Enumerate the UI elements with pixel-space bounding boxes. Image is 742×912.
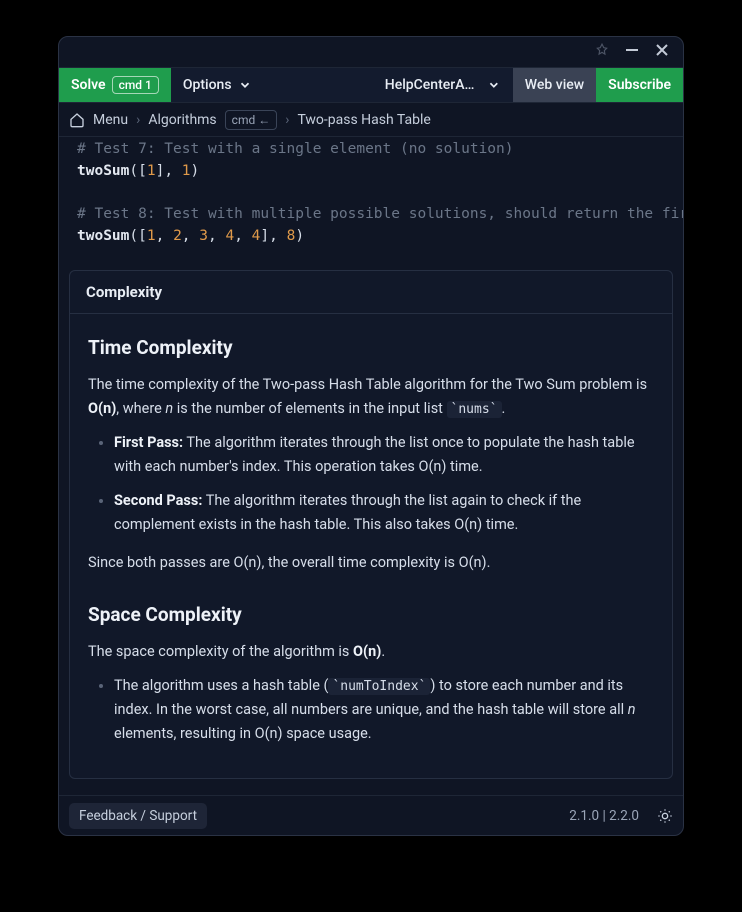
complexity-card: Complexity Time Complexity The time comp… — [69, 270, 673, 779]
options-dropdown[interactable]: Options — [171, 68, 264, 102]
time-complexity-heading: Time Complexity — [88, 332, 654, 363]
helpcenter-label: HelpCenterAc... — [385, 77, 481, 93]
chevron-down-icon — [487, 78, 501, 92]
subscribe-label: Subscribe — [608, 77, 671, 93]
breadcrumb-sep: › — [285, 112, 289, 128]
window-titlebar — [59, 37, 683, 67]
code-block: # Test 7: Test with a single element (no… — [59, 137, 683, 266]
code-fn: twoSum — [77, 228, 129, 244]
solve-button[interactable]: Solve cmd 1 — [59, 68, 171, 102]
code-comment: # Test 8: Test with multiple possible so… — [77, 206, 683, 222]
content-scroll[interactable]: # Test 7: Test with a single element (no… — [59, 137, 683, 795]
version-label: 2.1.0 | 2.2.0 — [569, 808, 639, 824]
time-complexity-paragraph: The time complexity of the Two-pass Hash… — [88, 373, 654, 421]
solve-kbd: cmd 1 — [112, 76, 159, 94]
list-item: First Pass: The algorithm iterates throu… — [114, 431, 654, 479]
breadcrumb-menu[interactable]: Menu — [93, 112, 128, 128]
close-icon[interactable] — [655, 44, 669, 60]
breadcrumb-current: Two-pass Hash Table — [297, 112, 430, 128]
card-body: Time Complexity The time complexity of t… — [70, 314, 672, 778]
feedback-button[interactable]: Feedback / Support — [69, 803, 207, 829]
list-item: The algorithm uses a hash table (`numToI… — [114, 674, 654, 746]
chevron-down-icon — [238, 78, 252, 92]
list-item: Second Pass: The algorithm iterates thro… — [114, 489, 654, 537]
toolbar-spacer — [264, 68, 373, 102]
subscribe-button[interactable]: Subscribe — [596, 68, 683, 102]
app-window: Solve cmd 1 Options HelpCenterAc... Web … — [58, 36, 684, 836]
solve-label: Solve — [71, 77, 106, 93]
options-label: Options — [183, 77, 232, 93]
space-complexity-heading: Space Complexity — [88, 599, 654, 630]
breadcrumb: Menu › Algorithms cmd ← › Two-pass Hash … — [59, 103, 683, 137]
breadcrumb-algorithms[interactable]: Algorithms — [148, 112, 216, 128]
code-fn: twoSum — [77, 163, 129, 179]
card-header: Complexity — [70, 271, 672, 314]
space-complexity-paragraph: The space complexity of the algorithm is… — [88, 640, 654, 664]
pin-icon[interactable] — [595, 43, 609, 61]
code-comment: # Test 7: Test with a single element (no… — [77, 141, 514, 157]
breadcrumb-back-kbd: cmd ← — [225, 110, 278, 130]
theme-icon[interactable] — [657, 808, 673, 824]
helpcenter-dropdown[interactable]: HelpCenterAc... — [373, 68, 513, 102]
footer: Feedback / Support 2.1.0 | 2.2.0 — [59, 795, 683, 835]
home-icon[interactable] — [69, 112, 85, 128]
time-summary: Since both passes are O(n), the overall … — [88, 551, 654, 575]
minimize-icon[interactable] — [625, 44, 639, 60]
time-bullets: First Pass: The algorithm iterates throu… — [88, 431, 654, 537]
webview-label: Web view — [525, 77, 584, 93]
main-toolbar: Solve cmd 1 Options HelpCenterAc... Web … — [59, 67, 683, 103]
webview-button[interactable]: Web view — [513, 68, 596, 102]
space-bullets: The algorithm uses a hash table (`numToI… — [88, 674, 654, 746]
breadcrumb-sep: › — [136, 112, 140, 128]
